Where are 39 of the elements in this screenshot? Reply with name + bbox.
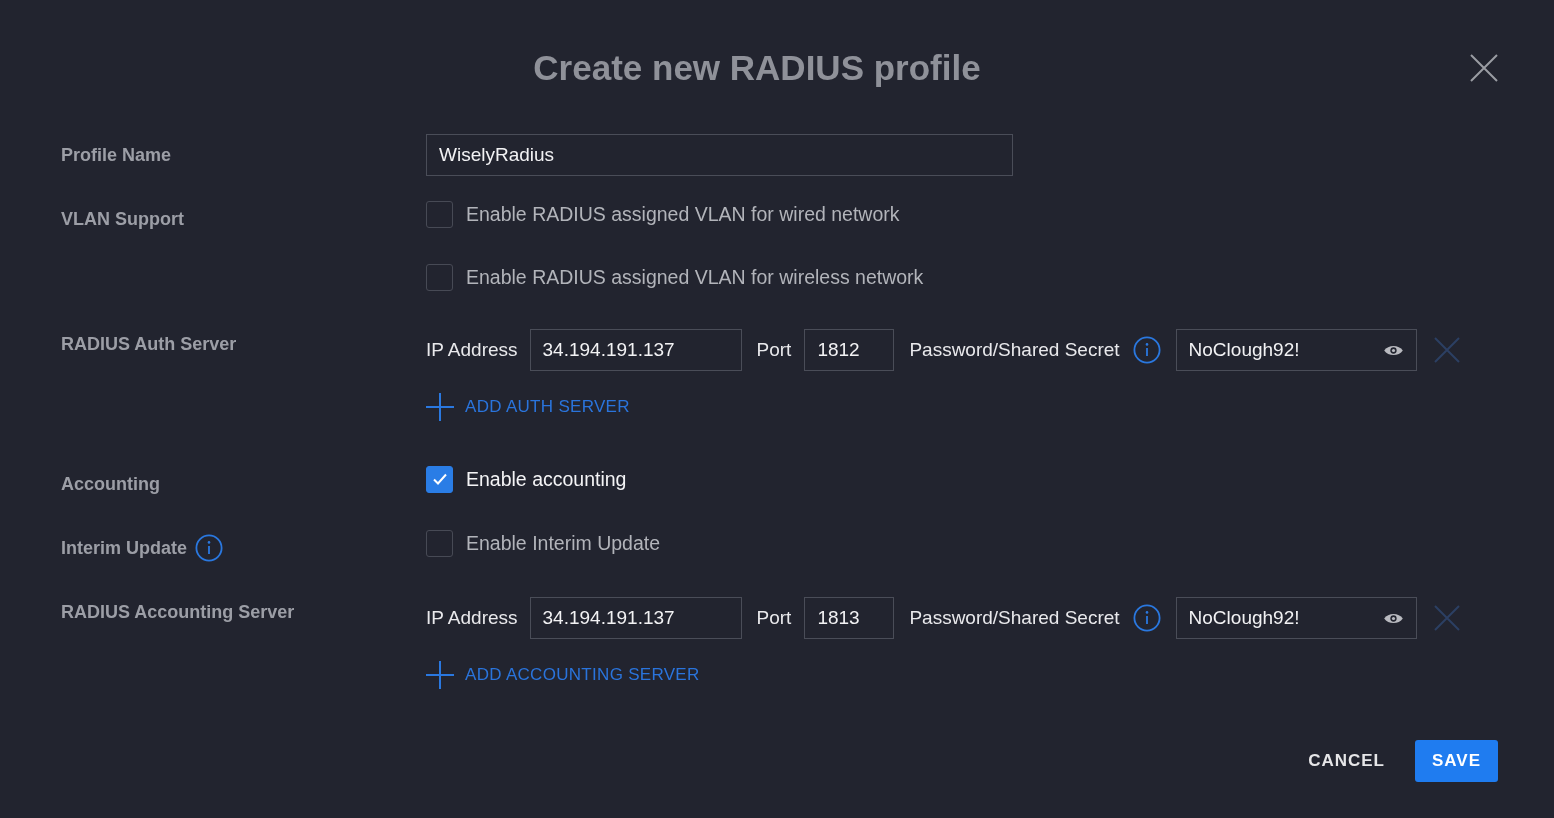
field-label: Profile Name: [61, 144, 172, 166]
secret-label: Password/Shared Secret: [909, 339, 1120, 361]
port-field[interactable]: 1813: [804, 597, 895, 639]
cancel-button[interactable]: CANCEL: [1298, 740, 1395, 782]
checkbox-label: Enable RADIUS assigned VLAN for wireless network: [466, 265, 924, 289]
dialog-title: Create new RADIUS profile: [533, 47, 981, 89]
password-field[interactable]: NoClough92!: [1175, 597, 1417, 639]
checkbox-label: Enable RADIUS assigned VLAN for wired network: [466, 202, 900, 226]
eye-icon[interactable]: [1382, 611, 1404, 625]
info-icon[interactable]: [1132, 604, 1161, 632]
close-icon[interactable]: [1470, 54, 1498, 82]
checkbox-label: Enable Interim Update: [466, 531, 661, 555]
info-icon[interactable]: [1132, 336, 1161, 364]
port-label: Port: [756, 607, 792, 629]
checkbox[interactable]: [426, 263, 453, 291]
plus-icon: [426, 393, 454, 421]
profile-name-field[interactable]: WiselyRadius: [426, 134, 1013, 176]
field-label: VLAN Support: [61, 208, 184, 230]
secret-label: Password/Shared Secret: [909, 607, 1120, 629]
ip-address-label: IP Address: [426, 339, 518, 361]
port-label: Port: [756, 339, 792, 361]
field-label: RADIUS Auth Server: [61, 333, 237, 355]
ip-address-field[interactable]: 34.194.191.137: [529, 329, 742, 371]
field-label: Interim Update: [61, 537, 188, 559]
save-button[interactable]: SAVE: [1415, 740, 1498, 782]
password-field[interactable]: NoClough92!: [1175, 329, 1417, 371]
plus-icon: [426, 661, 454, 689]
checkmark-icon: [431, 471, 448, 487]
checkbox-label: Enable accounting: [466, 467, 627, 491]
checkbox[interactable]: [426, 465, 453, 493]
checkbox[interactable]: [426, 529, 453, 557]
eye-icon[interactable]: [1382, 343, 1404, 357]
field-label: Accounting: [61, 473, 160, 495]
info-icon[interactable]: [195, 534, 224, 562]
checkbox[interactable]: [426, 200, 453, 228]
ip-address-label: IP Address: [426, 607, 518, 629]
ip-address-field[interactable]: 34.194.191.137: [529, 597, 742, 639]
field-label: RADIUS Accounting Server: [61, 601, 295, 623]
port-field[interactable]: 1812: [804, 329, 895, 371]
